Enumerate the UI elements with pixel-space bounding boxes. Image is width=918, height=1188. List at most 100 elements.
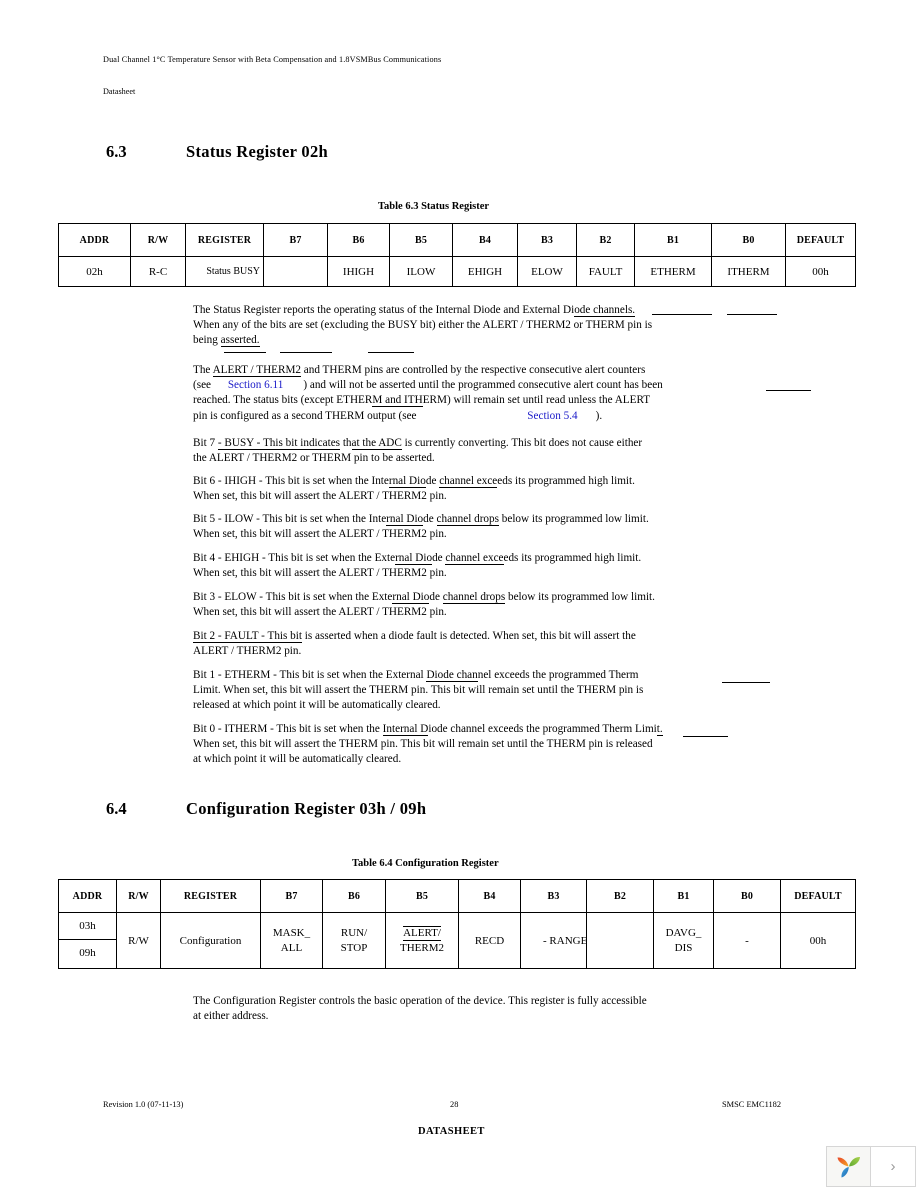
config-th-register: REGISTER xyxy=(160,879,261,913)
para-text: Limit. When set, this bit will assert th… xyxy=(193,684,644,697)
para-text: at which point it will be automatically … xyxy=(193,753,402,766)
para-text-underlined: Bit 2 - FAULT - This bit xyxy=(193,630,302,643)
para-text: ERM) will remain set until read unless t… xyxy=(422,394,651,407)
section-number-6-3: 6.3 xyxy=(106,142,127,161)
paragraph-bit1-etherm: Bit 1 - ETHERM - This bit is set when th… xyxy=(193,668,685,714)
para-text: and THERM pins are controlled by the res… xyxy=(301,364,646,376)
status-th-b2: B2 xyxy=(576,223,635,257)
footer-part-number: SMSC EMC1182 xyxy=(722,1100,782,1109)
para-text: at either address. xyxy=(193,1010,269,1023)
config-td-b4: RECD xyxy=(458,912,521,969)
para-text-underlined: M and ITH xyxy=(372,394,423,408)
config-th-b5: B5 xyxy=(385,879,459,913)
footer-datasheet-label: DATASHEET xyxy=(418,1126,485,1137)
paragraph-bit4-ehigh: Bit 4 - EHIGH - This bit is set when the… xyxy=(193,551,685,581)
link-section-6-11[interactable]: Section 6.11 xyxy=(228,379,284,391)
para-text: (see xyxy=(193,379,214,392)
config-b5-line1: ALERT/ xyxy=(403,925,441,941)
config-b5-line1-wrap: ALERT/ xyxy=(386,925,458,941)
table-row: 02h R-C Status BUSY IHIGH ILOW EHIGH ELO… xyxy=(58,256,856,287)
config-td-b7: MASK_ ALL xyxy=(260,912,323,969)
config-th-default: DEFAULT xyxy=(780,879,856,913)
status-td-b2: FAULT xyxy=(576,256,635,287)
para-text-underlined: t. xyxy=(656,723,663,736)
para-text-underlined: rnal Dio xyxy=(392,591,430,604)
configuration-register-table: ADDR R/W REGISTER B7 B6 B5 B4 B3 B2 B1 B… xyxy=(58,879,856,969)
para-text: The Configuration Register controls the … xyxy=(193,995,647,1007)
status-th-rw: R/W xyxy=(130,223,186,257)
para-text-underlined: channel drops xyxy=(442,591,506,604)
paragraph-alert-therm-pins: The ALERT / THERM2 and THERM pins are co… xyxy=(193,363,685,424)
status-td-b4: EHIGH xyxy=(452,256,518,287)
status-td-b3: ELOW xyxy=(517,256,577,287)
para-text: When set, this bit will assert the ALERT… xyxy=(193,490,447,503)
para-text-underlined: rnal Dio xyxy=(388,475,426,488)
config-th-b0: B0 xyxy=(713,879,781,913)
paragraph-bit6-ihigh: Bit 6 - IHIGH - This bit is set when the… xyxy=(193,474,685,504)
para-text: Bit 4 - EHIGH - This bit is set when the… xyxy=(193,552,396,564)
config-td-addr: 03h 09h xyxy=(58,912,117,969)
paragraph-bit2-fault: Bit 2 - FAULT - This bit is asserted whe… xyxy=(193,629,685,659)
next-page-chevron-icon[interactable]: › xyxy=(871,1147,915,1186)
para-text: is asserted when a diode fault is detect… xyxy=(302,630,636,642)
para-text-underlined: at the ADC xyxy=(351,437,402,450)
datasheet-page: Dual Channel 1°C Temperature Sensor with… xyxy=(0,0,918,1188)
config-th-b6: B6 xyxy=(322,879,386,913)
para-text: When set, this bit will assert the ALERT… xyxy=(193,606,447,619)
config-th-b3: B3 xyxy=(520,879,587,913)
underline-artifact xyxy=(224,352,266,353)
status-th-b5: B5 xyxy=(389,223,453,257)
config-td-b1: DAVG_ DIS xyxy=(653,912,714,969)
config-th-b1: B1 xyxy=(653,879,714,913)
leaf-logo-icon[interactable] xyxy=(827,1147,871,1186)
paragraph-bit3-elow: Bit 3 - ELOW - This bit is set when the … xyxy=(193,590,685,620)
status-td-b7 xyxy=(263,256,328,287)
config-th-b2: B2 xyxy=(586,879,654,913)
status-th-b3: B3 xyxy=(517,223,577,257)
para-text: Bit 7 xyxy=(193,437,218,449)
footer-page-number: 28 xyxy=(450,1100,459,1109)
paragraph-bit5-ilow: Bit 5 - ILOW - This bit is set when the … xyxy=(193,512,685,542)
para-text: ). xyxy=(595,409,603,422)
config-td-b3: - RANGE xyxy=(520,912,587,969)
page-nav-widget: › xyxy=(826,1146,916,1187)
underline-artifact xyxy=(368,352,414,353)
underline-artifact xyxy=(652,314,712,315)
status-th-b4: B4 xyxy=(452,223,518,257)
para-text: released at which point it will be autom… xyxy=(193,699,441,712)
para-text-underlined: Diode chan xyxy=(426,669,478,682)
para-text: th xyxy=(340,437,352,449)
para-text: being xyxy=(193,334,221,347)
status-th-b6: B6 xyxy=(327,223,390,257)
para-text: eds its programmed high limit. xyxy=(503,552,642,564)
status-register-table: ADDR R/W REGISTER B7 B6 B5 B4 B3 B2 B1 B… xyxy=(58,223,856,287)
para-text: The Status Register reports the operatin… xyxy=(193,304,575,316)
section-number-6-4: 6.4 xyxy=(106,799,127,818)
para-text: Bit 1 - ETHERM - This bit is set when th… xyxy=(193,669,427,681)
para-text-underlined: channel drops xyxy=(436,513,499,526)
status-th-b0: B0 xyxy=(711,223,786,257)
config-table-caption: Table 6.4 Configuration Register xyxy=(352,858,499,869)
para-text-underlined: asserted. xyxy=(220,334,260,348)
para-text: below its programmed low limit. xyxy=(505,591,655,603)
status-td-b1: ETHERM xyxy=(634,256,712,287)
para-text: the ALERT / THERM2 or THERM pin to be as… xyxy=(193,452,435,465)
para-text: Bit 5 - ILOW - This bit is set when the … xyxy=(193,513,387,525)
link-section-5-4[interactable]: Section 5.4 xyxy=(527,410,577,422)
para-text: is currently converting. This bit does n… xyxy=(401,437,643,449)
table-row: 03h 09h R/W Configuration MASK_ ALL RUN/… xyxy=(58,912,856,969)
config-td-b6: RUN/ STOP xyxy=(322,912,386,969)
config-th-rw: R/W xyxy=(116,879,161,913)
para-text: ) and will not be asserted until the pro… xyxy=(303,379,663,392)
underline-artifact xyxy=(722,682,770,683)
config-th-b7: B7 xyxy=(260,879,323,913)
para-text-underlined: - BUSY - xyxy=(217,437,261,450)
footer-revision: Revision 1.0 (07-11-13) xyxy=(103,1100,184,1109)
status-th-b1: B1 xyxy=(634,223,712,257)
status-td-b5: ILOW xyxy=(389,256,453,287)
underline-artifact xyxy=(727,314,777,315)
config-th-addr: ADDR xyxy=(58,879,117,913)
status-td-default: 00h xyxy=(785,256,856,287)
para-text: below its programmed low limit. xyxy=(498,513,649,525)
config-td-register: Configuration xyxy=(160,912,261,969)
